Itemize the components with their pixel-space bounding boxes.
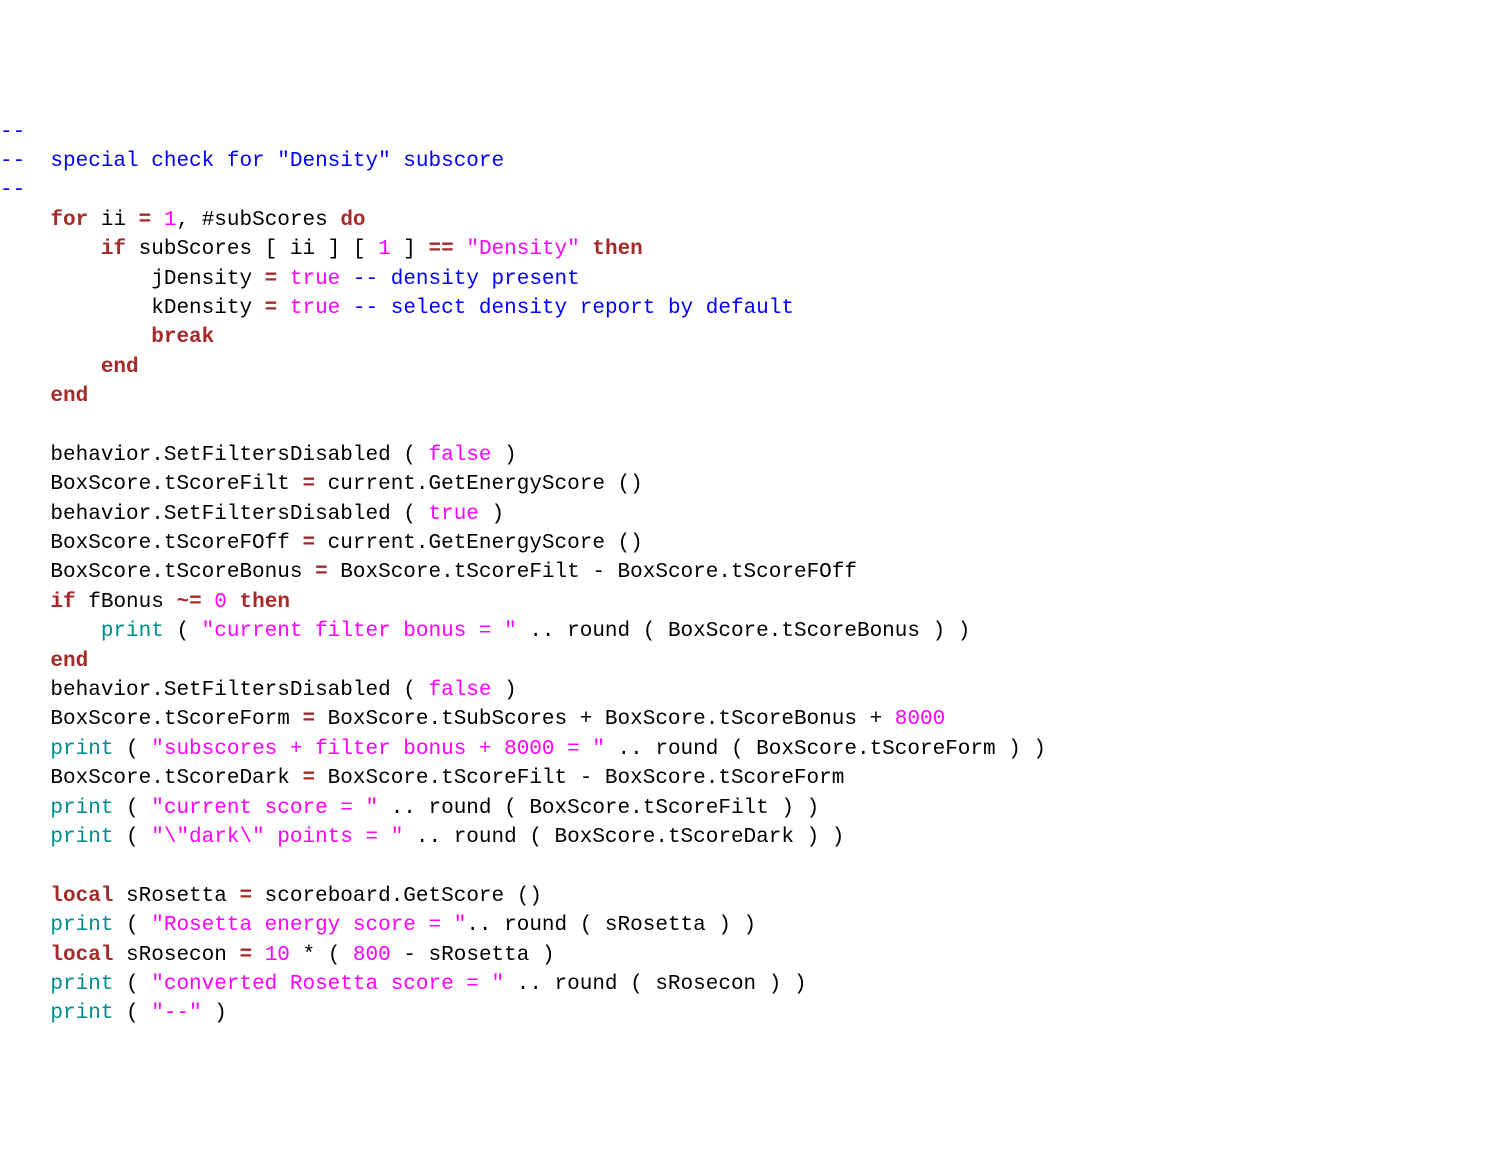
boolean-true: true <box>290 297 340 320</box>
keyword-if: if <box>101 238 126 261</box>
string: "Rosetta energy score = " <box>151 914 466 937</box>
code-text: ( <box>113 797 151 820</box>
string: "Density" <box>466 238 579 261</box>
code-text: scoreboard.GetScore () <box>252 885 542 908</box>
keyword-end: end <box>50 385 88 408</box>
code-text: .. round ( BoxScore.tScoreBonus ) ) <box>517 620 971 643</box>
keyword-if: if <box>50 591 75 614</box>
code-text: .. round ( BoxScore.tScoreFilt ) ) <box>378 797 819 820</box>
operator-eq: = <box>265 268 278 291</box>
string: "current score = " <box>151 797 378 820</box>
number: 1 <box>164 209 177 232</box>
code-text: sRosecon <box>113 944 239 967</box>
code-text: ( <box>113 973 151 996</box>
code-text: , #subScores <box>176 209 340 232</box>
comment: -- density present <box>353 268 580 291</box>
code-text: BoxScore.tScoreForm <box>50 708 302 731</box>
code-text: behavior.SetFiltersDisabled ( <box>50 444 428 467</box>
fn-print: print <box>50 914 113 937</box>
code-text: .. round ( sRosecon ) ) <box>504 973 806 996</box>
boolean-false: false <box>428 444 491 467</box>
operator-eq: = <box>302 532 315 555</box>
code-text: ) <box>479 503 504 526</box>
fn-print: print <box>50 973 113 996</box>
keyword-local: local <box>50 944 113 967</box>
fn-print: print <box>50 797 113 820</box>
number: 800 <box>353 944 391 967</box>
number: 8000 <box>895 708 945 731</box>
code-block: -- -- special check for "Density" subsco… <box>0 118 1512 1029</box>
operator-eq: = <box>302 767 315 790</box>
keyword-end: end <box>101 356 139 379</box>
code-text: .. round ( BoxScore.tScoreDark ) ) <box>403 826 844 849</box>
boolean-true: true <box>290 268 340 291</box>
operator-eq: = <box>302 473 315 496</box>
fn-print: print <box>50 1002 113 1025</box>
string: "converted Rosetta score = " <box>151 973 504 996</box>
keyword-end: end <box>50 650 88 673</box>
code-text: ( <box>113 826 151 849</box>
comment-line: -- <box>0 179 25 202</box>
code-text: BoxScore.tScoreFilt - BoxScore.tScoreFor… <box>315 767 844 790</box>
code-text: current.GetEnergyScore () <box>315 532 643 555</box>
operator-eq: = <box>239 885 252 908</box>
keyword-then: then <box>240 591 290 614</box>
operator-eq: = <box>265 297 278 320</box>
code-text: fBonus <box>76 591 177 614</box>
code-text: ) <box>492 444 517 467</box>
code-text: behavior.SetFiltersDisabled ( <box>50 679 428 702</box>
keyword-then: then <box>592 238 642 261</box>
code-text: subScores [ ii ] [ <box>126 238 378 261</box>
code-text: BoxScore.tScoreBonus <box>50 561 315 584</box>
fn-print: print <box>50 738 113 761</box>
string: "subscores + filter bonus + 8000 = " <box>151 738 605 761</box>
comment-line: -- <box>0 121 25 144</box>
keyword-break: break <box>151 326 214 349</box>
identifier: kDensity <box>151 297 264 320</box>
boolean-true: true <box>428 503 478 526</box>
code-text: current.GetEnergyScore () <box>315 473 643 496</box>
identifier: jDensity <box>151 268 264 291</box>
operator-eqeq: == <box>429 238 454 261</box>
code-text: ( <box>164 620 202 643</box>
code-text: ( <box>113 1002 151 1025</box>
number: 10 <box>265 944 290 967</box>
code-text: .. round ( sRosetta ) ) <box>466 914 756 937</box>
code-text: ) <box>202 1002 227 1025</box>
keyword-for: for <box>50 209 88 232</box>
code-text: - sRosetta ) <box>391 944 555 967</box>
fn-print: print <box>101 620 164 643</box>
code-text: BoxScore.tScoreDark <box>50 767 302 790</box>
code-text: ] <box>391 238 429 261</box>
code-text: behavior.SetFiltersDisabled ( <box>50 503 428 526</box>
number: 1 <box>378 238 391 261</box>
comment-line: -- special check for "Density" subscore <box>0 150 504 173</box>
string: "\"dark\" points = " <box>151 826 403 849</box>
code-text: ) <box>492 679 517 702</box>
operator-ne: ~= <box>176 591 201 614</box>
code-text: ( <box>113 914 151 937</box>
operator-eq: = <box>315 561 328 584</box>
code-text: ( <box>113 738 151 761</box>
operator-eq: = <box>239 944 252 967</box>
code-text: BoxScore.tScoreFilt <box>50 473 302 496</box>
code-text: BoxScore.tSubScores + BoxScore.tScoreBon… <box>315 708 895 731</box>
comment: -- select density report by default <box>353 297 794 320</box>
code-text: sRosetta <box>113 885 239 908</box>
keyword-local: local <box>50 885 113 908</box>
code-text: .. round ( BoxScore.tScoreForm ) ) <box>605 738 1046 761</box>
fn-print: print <box>50 826 113 849</box>
code-text: BoxScore.tScoreFOff <box>50 532 302 555</box>
code-text: ii <box>88 209 138 232</box>
operator-eq: = <box>139 209 152 232</box>
operator-eq: = <box>302 708 315 731</box>
string: "--" <box>151 1002 201 1025</box>
string: "current filter bonus = " <box>202 620 517 643</box>
boolean-false: false <box>428 679 491 702</box>
number: 0 <box>214 591 227 614</box>
code-text: * ( <box>290 944 353 967</box>
code-text: BoxScore.tScoreFilt - BoxScore.tScoreFOf… <box>328 561 857 584</box>
keyword-do: do <box>340 209 365 232</box>
